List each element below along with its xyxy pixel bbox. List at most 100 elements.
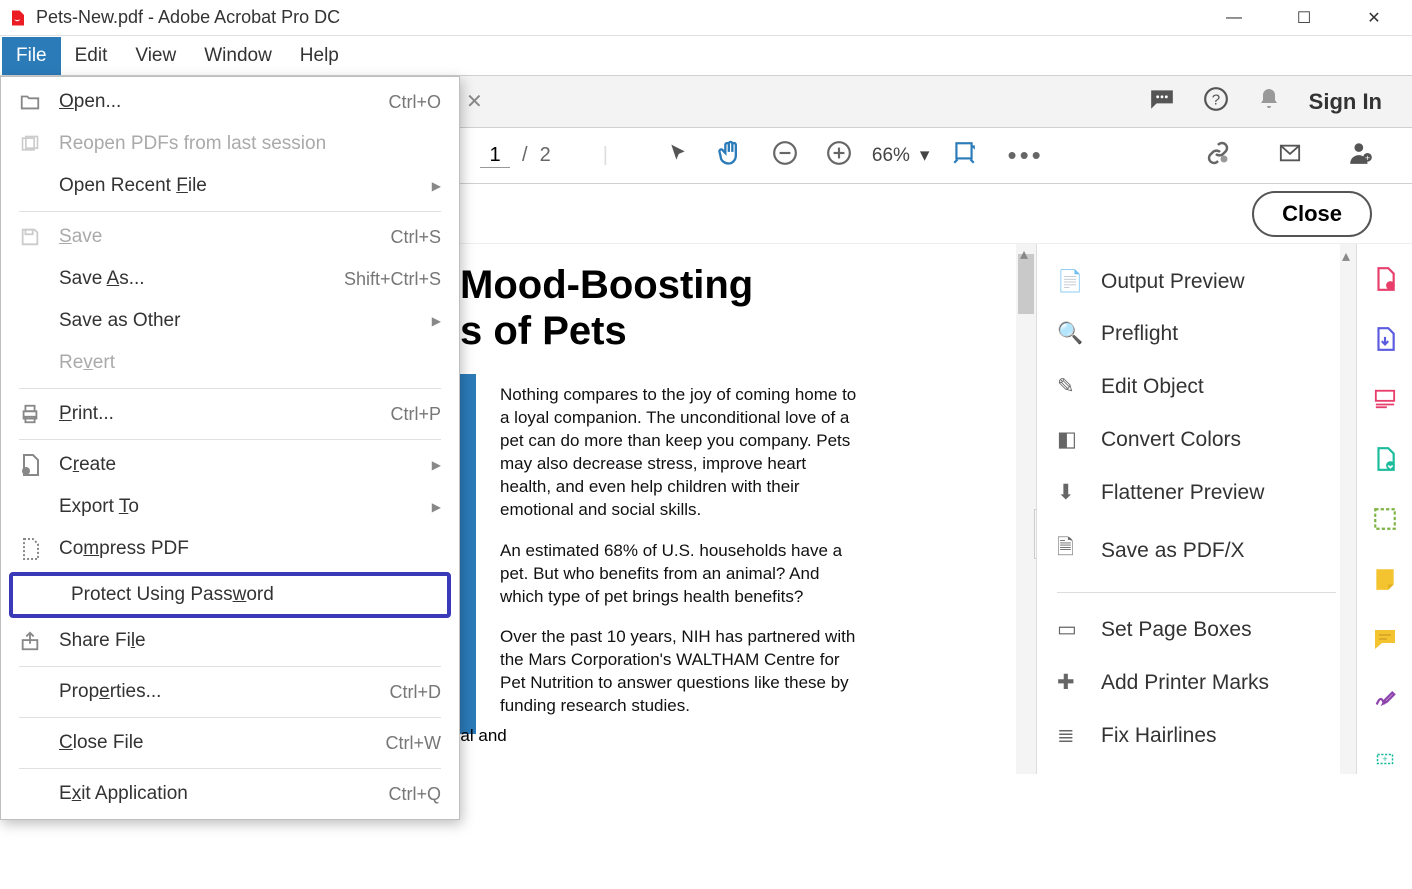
share-link-icon[interactable]	[1196, 141, 1240, 171]
document-heading: Mood-Boosting s of Pets	[460, 262, 1016, 354]
zoom-in-icon[interactable]	[818, 140, 860, 172]
svg-text:+: +	[24, 469, 28, 476]
menu-save: Save Ctrl+S	[1, 216, 459, 258]
sticky-note-icon[interactable]	[1370, 564, 1400, 594]
more-tools-icon[interactable]: +	[1370, 744, 1400, 774]
menu-create[interactable]: + Create ▶	[1, 444, 459, 486]
panel-separator	[1057, 592, 1336, 593]
panel-scrollbar[interactable]: ▴	[1340, 244, 1356, 774]
tool-fix-hairlines[interactable]: ≣Fix Hairlines	[1037, 709, 1356, 762]
organize-pages-icon[interactable]	[1370, 384, 1400, 414]
svg-text:+: +	[1382, 754, 1387, 764]
menu-close-file[interactable]: Close File Ctrl+W	[1, 722, 459, 764]
menu-exit[interactable]: Exit Application Ctrl+Q	[1, 773, 459, 815]
compress-icon	[15, 537, 45, 561]
preflight-icon: 🔍	[1057, 322, 1083, 346]
print-production-panel: 📄Output Preview 🔍Preflight ✎Edit Object …	[1036, 244, 1356, 774]
share-icon	[15, 630, 45, 652]
page-number-input[interactable]	[480, 144, 510, 168]
menu-share-file[interactable]: Share File	[1, 620, 459, 662]
svg-text:+: +	[1388, 282, 1393, 291]
menu-reopen: Reopen PDFs from last session	[1, 123, 459, 165]
zoom-out-icon[interactable]	[764, 140, 806, 172]
menu-bar: File Edit View Window Help	[0, 36, 1412, 76]
tab-close-icon[interactable]: ✕	[466, 89, 483, 114]
fit-width-icon[interactable]	[941, 140, 987, 172]
menu-compress[interactable]: Compress PDF	[1, 528, 459, 570]
select-tool-icon[interactable]	[660, 141, 696, 171]
save-icon	[15, 226, 45, 248]
menu-open-shortcut: Ctrl+O	[388, 92, 441, 113]
tool-preflight[interactable]: 🔍Preflight	[1037, 308, 1356, 360]
more-icon[interactable]: •••	[999, 140, 1051, 171]
file-menu-dropdown: Open... Ctrl+O Reopen PDFs from last ses…	[0, 76, 460, 820]
combine-icon[interactable]	[1370, 444, 1400, 474]
sidebar-accent	[460, 374, 476, 734]
doc-paragraph-3: Over the past 10 years, NIH has partnere…	[500, 626, 860, 718]
sign-icon[interactable]	[1370, 684, 1400, 714]
fix-hairlines-icon: ≣	[1057, 723, 1083, 748]
page-separator: /	[522, 144, 528, 167]
comment-tool-icon[interactable]	[1370, 624, 1400, 654]
menu-view[interactable]: View	[121, 37, 190, 75]
zoom-level-value: 66%	[872, 145, 910, 167]
tool-set-page-boxes[interactable]: ▭Set Page Boxes	[1037, 603, 1356, 656]
tool-add-printer-marks[interactable]: ✚Add Printer Marks	[1037, 656, 1356, 709]
right-icon-strip: + +	[1356, 244, 1412, 774]
doc-paragraph-1: Nothing compares to the joy of coming ho…	[500, 384, 860, 522]
print-production-icon[interactable]	[1370, 504, 1400, 534]
menu-protect-password[interactable]: Protect Using Password	[9, 572, 451, 618]
menu-file[interactable]: File	[2, 37, 61, 75]
menu-open-recent[interactable]: Open Recent File ▶	[1, 165, 459, 207]
tool-output-preview[interactable]: 📄Output Preview	[1037, 256, 1356, 308]
title-bar: Pets-New.pdf - Adobe Acrobat Pro DC — ☐ …	[0, 0, 1412, 36]
submenu-arrow-icon: ▶	[432, 458, 441, 472]
chevron-down-icon: ▾	[920, 144, 930, 167]
sign-in-button[interactable]: Sign In	[1309, 89, 1382, 115]
export-pdf-icon[interactable]	[1370, 324, 1400, 354]
zoom-level-select[interactable]: 66% ▾	[872, 144, 930, 167]
output-preview-icon: 📄	[1057, 270, 1083, 294]
save-pdfx-icon: 🗎	[1057, 533, 1083, 568]
tool-flattener[interactable]: ⬇Flattener Preview	[1037, 466, 1356, 519]
create-pdf-icon[interactable]: +	[1370, 264, 1400, 294]
reopen-icon	[15, 134, 45, 154]
doc-paragraph-2: An estimated 68% of U.S. households have…	[500, 540, 860, 609]
convert-colors-icon: ◧	[1057, 427, 1083, 452]
printer-marks-icon: ✚	[1057, 670, 1083, 695]
menu-edit[interactable]: Edit	[61, 37, 122, 75]
help-icon[interactable]: ?	[1203, 86, 1229, 118]
menu-help[interactable]: Help	[286, 37, 353, 75]
tool-save-pdfx[interactable]: 🗎Save as PDF/X	[1037, 519, 1356, 582]
submenu-arrow-icon: ▶	[432, 500, 441, 514]
vertical-scrollbar[interactable]: ▴	[1016, 244, 1036, 774]
bell-icon[interactable]	[1257, 87, 1281, 117]
print-icon	[15, 403, 45, 425]
minimize-button[interactable]: —	[1214, 6, 1254, 30]
menu-window[interactable]: Window	[190, 37, 286, 75]
menu-print[interactable]: Print... Ctrl+P	[1, 393, 459, 435]
menu-save-as[interactable]: Save As... Shift+Ctrl+S	[1, 258, 459, 300]
create-icon: +	[15, 453, 45, 477]
maximize-button[interactable]: ☐	[1284, 6, 1324, 30]
menu-open[interactable]: Open... Ctrl+O	[1, 81, 459, 123]
edit-object-icon: ✎	[1057, 374, 1083, 399]
tool-convert-colors[interactable]: ◧Convert Colors	[1037, 413, 1356, 466]
close-window-button[interactable]: ✕	[1354, 6, 1394, 30]
tool-edit-object[interactable]: ✎Edit Object	[1037, 360, 1356, 413]
page-boxes-icon: ▭	[1057, 617, 1083, 642]
submenu-arrow-icon: ▶	[432, 179, 441, 193]
comment-icon[interactable]	[1149, 86, 1175, 118]
menu-open-label: pen...	[74, 91, 122, 112]
svg-text:?: ?	[1211, 91, 1219, 108]
email-icon[interactable]	[1268, 142, 1312, 170]
menu-save-other[interactable]: Save as Other ▶	[1, 300, 459, 342]
close-tools-button[interactable]: Close	[1252, 191, 1372, 237]
acrobat-icon	[8, 8, 28, 28]
folder-open-icon	[15, 91, 45, 113]
menu-properties[interactable]: Properties... Ctrl+D	[1, 671, 459, 713]
flattener-icon: ⬇	[1057, 480, 1083, 505]
person-add-icon[interactable]: +	[1340, 140, 1382, 172]
hand-tool-icon[interactable]	[708, 139, 752, 173]
menu-export[interactable]: Export To ▶	[1, 486, 459, 528]
